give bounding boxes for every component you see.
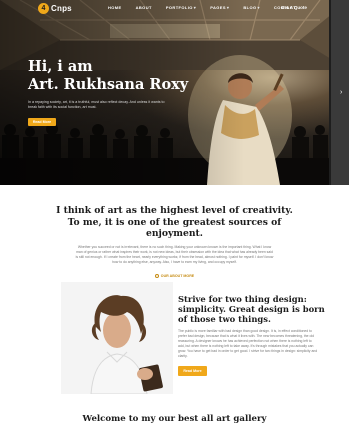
hero-content: Hi, i am Art. Rukhsana Roxy In a repayin… [28, 58, 188, 128]
feature-section: Strive for two thing design: simplicity.… [0, 282, 349, 394]
artist-portrait-illustration [61, 282, 173, 394]
hero-read-more-button[interactable]: Read More [28, 118, 56, 126]
hero-title-line-2: Art. Rukhsana Roxy [28, 76, 189, 93]
gallery-section-title: Welcome to my our best all art gallery [82, 414, 267, 423]
nav-item-home[interactable]: HOME [108, 5, 122, 10]
about-more-link[interactable]: OUR ABOUT MORE [154, 273, 195, 278]
next-slide-preview[interactable] [329, 0, 349, 185]
circle-icon [154, 273, 159, 278]
slider-next-arrow-icon[interactable]: › [340, 89, 342, 96]
nav-item-portfolio[interactable]: PORTFOLIO ▾ [166, 5, 196, 10]
logo-mark-icon: 4 [38, 3, 49, 14]
get-quote-link[interactable]: Get A Quote [281, 5, 307, 10]
intro-text: Whether you succeed or not is irrelevant… [75, 244, 274, 264]
feature-read-more-button[interactable]: Read More [178, 366, 207, 376]
feature-title: Strive for two thing design: simplicity.… [178, 294, 325, 324]
top-navbar: 4 Cnps HOME ABOUT PORTFOLIO ▾ PAGES ▾ BLOG… [0, 0, 349, 18]
hero-title-line-1: Hi, i am [28, 58, 93, 75]
nav-item-about[interactable]: ABOUT [136, 5, 152, 10]
site-logo[interactable]: 4 Cnps [38, 3, 72, 14]
about-more-label: OUR ABOUT MORE [160, 273, 195, 278]
chevron-down-icon: ▾ [193, 5, 197, 10]
intro-title: I think of art as the highest level of c… [56, 205, 293, 239]
nav-menu: HOME ABOUT PORTFOLIO ▾ PAGES ▾ BLOG ▾ CONTA… [108, 5, 310, 10]
artist-portrait-image [61, 282, 173, 394]
hero-title: Hi, i am Art. Rukhsana Roxy [28, 58, 188, 94]
feature-description: The public is more familiar with bad des… [178, 329, 318, 358]
chevron-down-icon: ▾ [257, 5, 260, 10]
hero-description: In a repaying society, art, it is a trut… [28, 100, 165, 109]
nav-item-blog[interactable]: BLOG ▾ [243, 5, 260, 10]
chevron-down-icon: ▾ [226, 5, 230, 10]
nav-item-pages[interactable]: PAGES ▾ [210, 5, 229, 10]
logo-text: Cnps [51, 4, 72, 13]
feature-content: Strive for two thing design: simplicity.… [178, 294, 328, 377]
intro-section: I think of art as the highest level of c… [0, 205, 349, 283]
